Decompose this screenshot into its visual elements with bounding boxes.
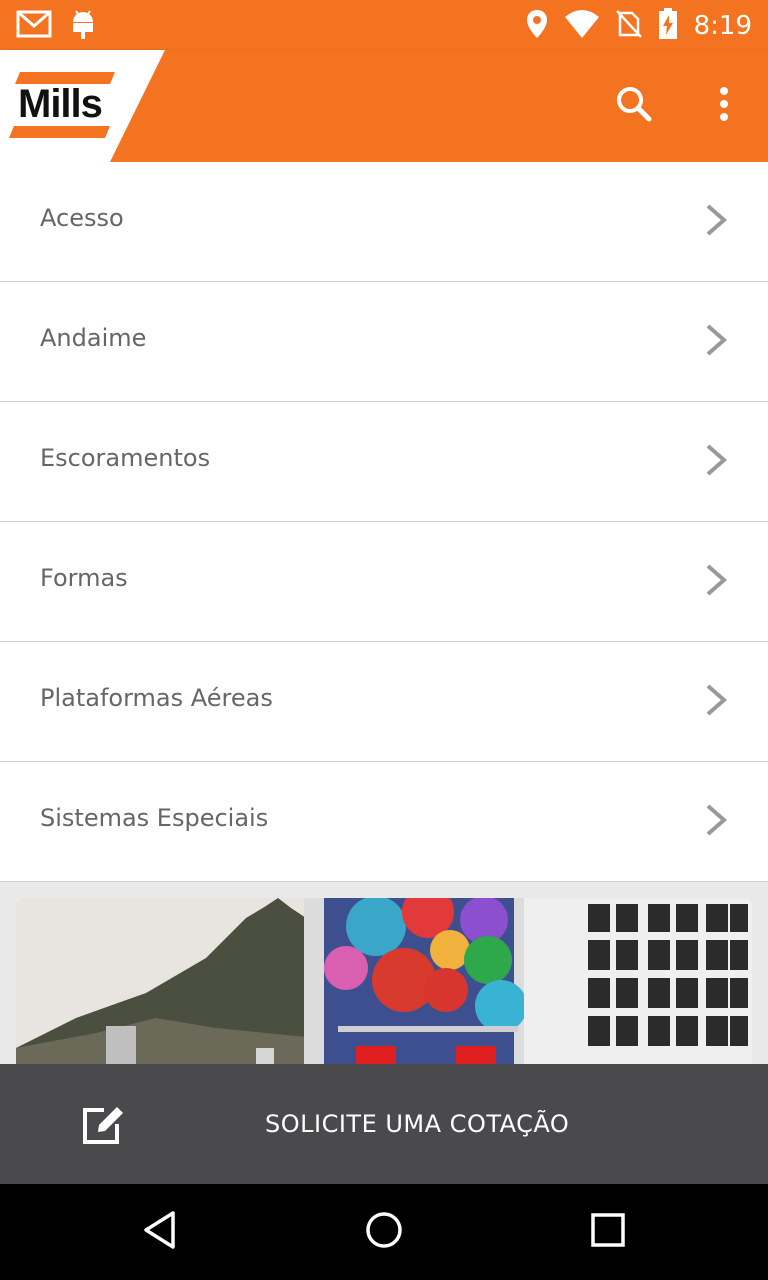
logo-text: Mills bbox=[18, 82, 103, 126]
overflow-menu-icon bbox=[719, 86, 729, 126]
list-item-formas[interactable]: Formas bbox=[0, 522, 768, 642]
recents-button[interactable] bbox=[584, 1208, 632, 1256]
android-icon bbox=[70, 8, 96, 44]
chevron-right-icon bbox=[702, 682, 732, 722]
mills-logo[interactable]: Mills bbox=[0, 50, 170, 162]
recents-icon bbox=[588, 1210, 628, 1254]
chevron-right-icon bbox=[702, 322, 732, 362]
search-button[interactable] bbox=[606, 78, 662, 134]
chevron-right-icon bbox=[702, 442, 732, 482]
wifi-icon bbox=[564, 9, 600, 43]
banner-image[interactable] bbox=[16, 898, 752, 1064]
battery-charging-icon bbox=[658, 8, 678, 44]
home-button[interactable] bbox=[360, 1208, 408, 1256]
category-list: Acesso Andaime Escoramentos Formas Plata… bbox=[0, 162, 768, 882]
location-icon bbox=[526, 9, 548, 43]
list-item-andaime[interactable]: Andaime bbox=[0, 282, 768, 402]
status-time: 8:19 bbox=[693, 11, 752, 41]
edit-icon bbox=[80, 1102, 126, 1150]
list-item-acesso[interactable]: Acesso bbox=[0, 162, 768, 282]
list-item-label: Plataformas Aéreas bbox=[40, 684, 273, 712]
list-item-sistemas-especiais[interactable]: Sistemas Especiais bbox=[0, 762, 768, 882]
search-icon bbox=[615, 85, 653, 127]
chevron-right-icon bbox=[702, 202, 732, 242]
no-sim-icon bbox=[615, 9, 642, 43]
list-item-label: Sistemas Especiais bbox=[40, 804, 269, 832]
chevron-right-icon bbox=[702, 562, 732, 602]
list-item-label: Andaime bbox=[40, 324, 147, 352]
list-item-label: Escoramentos bbox=[40, 444, 211, 472]
back-icon bbox=[140, 1210, 180, 1254]
list-item-escoramentos[interactable]: Escoramentos bbox=[0, 402, 768, 522]
chevron-right-icon bbox=[702, 802, 732, 842]
request-quote-button[interactable]: SOLICITE UMA COTAÇÃO bbox=[0, 1064, 768, 1184]
list-item-plataformas-aereas[interactable]: Plataformas Aéreas bbox=[0, 642, 768, 762]
status-bar: 8:19 bbox=[0, 0, 768, 50]
request-quote-label: SOLICITE UMA COTAÇÃO bbox=[265, 1110, 570, 1138]
app-bar: Mills bbox=[0, 50, 768, 162]
list-item-label: Formas bbox=[40, 564, 128, 592]
system-nav-bar bbox=[0, 1184, 768, 1280]
overflow-menu-button[interactable] bbox=[696, 78, 752, 134]
gmail-icon bbox=[16, 9, 52, 43]
home-icon bbox=[364, 1210, 404, 1254]
back-button[interactable] bbox=[136, 1208, 184, 1256]
list-item-label: Acesso bbox=[40, 204, 124, 232]
